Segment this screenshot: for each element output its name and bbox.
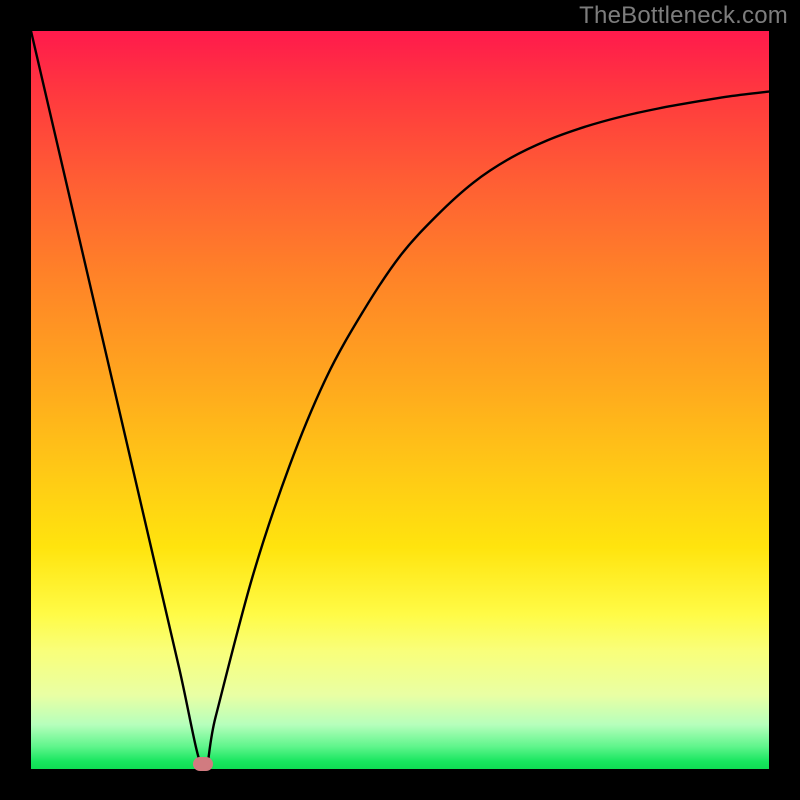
chart-frame: TheBottleneck.com [0, 0, 800, 800]
bottleneck-curve [31, 31, 769, 769]
bottleneck-marker [193, 757, 213, 771]
plot-area [31, 31, 769, 769]
watermark-text: TheBottleneck.com [579, 2, 788, 30]
